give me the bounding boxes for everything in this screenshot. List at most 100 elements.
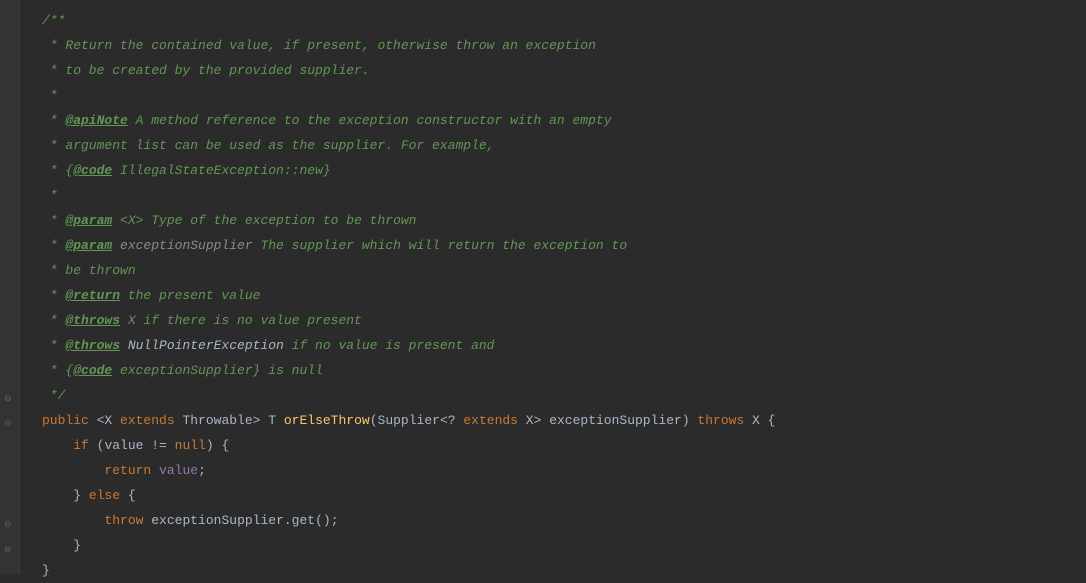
type-param: X xyxy=(744,413,767,428)
gutter: ⊖ ⊖ ⊖ ⊖ xyxy=(0,0,20,574)
keyword-return: return xyxy=(104,463,151,478)
code-line[interactable]: * be thrown xyxy=(42,258,1086,283)
comment-prefix: * xyxy=(42,163,65,178)
comment-prefix: * xyxy=(42,238,65,253)
comment-prefix: * xyxy=(42,138,65,153)
keyword-null: null xyxy=(175,438,206,453)
code-line[interactable]: * {@code IllegalStateException::new} xyxy=(42,158,1086,183)
comment-prefix: * xyxy=(42,263,65,278)
comment-text: be thrown xyxy=(65,263,135,278)
code-line[interactable]: * Return the contained value, if present… xyxy=(42,33,1086,58)
brace-close: } xyxy=(73,538,81,553)
code-line[interactable]: * @return the present value xyxy=(42,283,1086,308)
type-param: X xyxy=(104,413,120,428)
code-line[interactable]: * @param <X> Type of the exception to be… xyxy=(42,208,1086,233)
code-line[interactable]: /** xyxy=(42,8,1086,33)
type-supplier: Supplier xyxy=(378,413,440,428)
space xyxy=(151,463,159,478)
paren-close: ) xyxy=(682,413,698,428)
comment-prefix: * xyxy=(42,363,65,378)
comment-text: argument list can be used as the supplie… xyxy=(65,138,494,153)
javadoc-class-ref: NullPointerException xyxy=(120,338,284,353)
javadoc-tag-return: @return xyxy=(65,288,120,303)
keyword-if: if xyxy=(73,438,89,453)
comment-text: Return the contained value, if present, … xyxy=(65,38,596,53)
javadoc-tag-apinote: @apiNote xyxy=(65,113,127,128)
semicolon: ; xyxy=(198,463,206,478)
code-line[interactable]: if (value != null) { xyxy=(42,433,1086,458)
code-line[interactable]: */ xyxy=(42,383,1086,408)
comment-text: to be created by the provided supplier. xyxy=(65,63,369,78)
keyword-throw: throw xyxy=(104,513,143,528)
gutter-marker-icon: ⊖ xyxy=(4,387,16,399)
keyword-extends: extends xyxy=(120,413,175,428)
code-line[interactable]: * @apiNote A method reference to the exc… xyxy=(42,108,1086,133)
code-line[interactable]: } xyxy=(42,533,1086,558)
keyword-else: else xyxy=(89,488,120,503)
code-line[interactable]: * xyxy=(42,83,1086,108)
code-line[interactable]: throw exceptionSupplier.get(); xyxy=(42,508,1086,533)
comment-text: IllegalStateException::new} xyxy=(112,163,330,178)
comment-text: is null xyxy=(260,363,322,378)
comment-prefix: * xyxy=(42,38,65,53)
comment-end: */ xyxy=(42,388,65,403)
code-line[interactable]: * to be created by the provided supplier… xyxy=(42,58,1086,83)
paren-close: ) xyxy=(206,438,222,453)
generic-close: > xyxy=(534,413,550,428)
code-line[interactable]: * xyxy=(42,183,1086,208)
javadoc-tag-code: @code xyxy=(73,163,112,178)
generic-close: > xyxy=(253,413,269,428)
javadoc-tag-throws: @throws xyxy=(65,313,120,328)
brace-open: { xyxy=(768,413,776,428)
javadoc-type-param: <X> xyxy=(112,213,143,228)
paren-open: ( xyxy=(89,438,105,453)
comment-prefix: * xyxy=(42,113,65,128)
comment-start: /** xyxy=(42,13,65,28)
code-line[interactable]: public <X extends Throwable> T orElseThr… xyxy=(42,408,1086,433)
generic-open: < xyxy=(440,413,448,428)
gutter-marker-icon: ⊖ xyxy=(4,513,16,525)
field-value: value xyxy=(104,438,151,453)
comment-prefix: * xyxy=(42,288,65,303)
code-line[interactable]: } xyxy=(42,558,1086,583)
gutter-marker-icon: ⊖ xyxy=(4,538,16,550)
param-name: exceptionSupplier xyxy=(549,413,682,428)
generic-open: < xyxy=(89,413,105,428)
code-line[interactable]: * @throws X if there is no value present xyxy=(42,308,1086,333)
gutter-marker-icon: ⊖ xyxy=(4,412,16,424)
paren-open: ( xyxy=(370,413,378,428)
code-line[interactable]: * {@code exceptionSupplier} is null xyxy=(42,358,1086,383)
comment-text: the present value xyxy=(120,288,260,303)
comment-text: if no value is present and xyxy=(284,338,495,353)
comment-text: exceptionSupplier} xyxy=(112,363,260,378)
code-line[interactable]: * argument list can be used as the suppl… xyxy=(42,133,1086,158)
comment-empty: * xyxy=(42,88,58,103)
field-value: value xyxy=(159,463,198,478)
code-line[interactable]: } else { xyxy=(42,483,1086,508)
comment-text: The supplier which will return the excep… xyxy=(253,238,627,253)
javadoc-tag-param: @param xyxy=(65,238,112,253)
code-editor[interactable]: /** * Return the contained value, if pre… xyxy=(0,0,1086,583)
return-type: T xyxy=(268,413,284,428)
code-line[interactable]: * @throws NullPointerException if no val… xyxy=(42,333,1086,358)
code-line[interactable]: return value; xyxy=(42,458,1086,483)
javadoc-param-name: exceptionSupplier xyxy=(112,238,252,253)
brace-open: { xyxy=(120,488,136,503)
brace-close: } xyxy=(73,488,89,503)
brace-close: } xyxy=(42,563,50,578)
javadoc-tag-throws: @throws xyxy=(65,338,120,353)
javadoc-tag-param: @param xyxy=(65,213,112,228)
type-param: X xyxy=(518,413,534,428)
operator-neq: != xyxy=(151,438,174,453)
code-line[interactable]: * @param exceptionSupplier The supplier … xyxy=(42,233,1086,258)
brace-open: { xyxy=(221,438,229,453)
keyword-public: public xyxy=(42,413,89,428)
comment-text: X if there is no value present xyxy=(120,313,362,328)
method-name: orElseThrow xyxy=(284,413,370,428)
keyword-throws: throws xyxy=(697,413,744,428)
wildcard: ? xyxy=(448,413,464,428)
comment-prefix: * xyxy=(42,213,65,228)
type-throwable: Throwable xyxy=(175,413,253,428)
semicolon: ; xyxy=(331,513,339,528)
javadoc-tag-code: @code xyxy=(73,363,112,378)
